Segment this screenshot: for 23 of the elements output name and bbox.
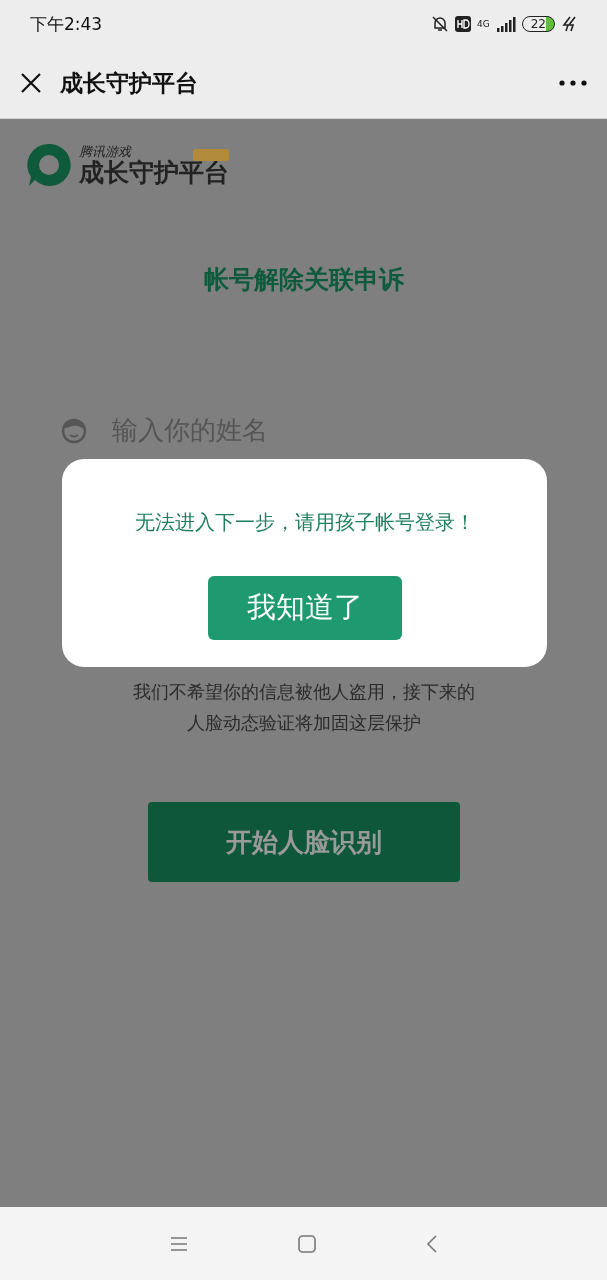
back-icon[interactable]: [425, 1234, 438, 1253]
start-face-recognition-button[interactable]: 开始人脸识别: [147, 802, 460, 882]
page-title: 成长守护平台: [60, 68, 199, 98]
more-icon[interactable]: [559, 80, 587, 86]
status-time: 下午2:43: [30, 12, 103, 36]
signal-icon: [495, 16, 516, 32]
bell-muted-icon: [431, 15, 449, 33]
home-icon[interactable]: [297, 1234, 316, 1253]
form-title: 帐号解除关联申诉: [203, 264, 404, 296]
brand-name: 成长守护平台: [79, 158, 229, 187]
dialog-message: 无法进入下一步，请用孩子帐号登录！: [134, 509, 475, 536]
battery-indicator: 22: [521, 16, 555, 32]
logo-icon: [25, 141, 73, 189]
menu-icon[interactable]: [169, 1235, 188, 1252]
brand-subtitle: 腾讯游戏: [79, 143, 131, 159]
notice-text: 我们不希望你的信息被他人盗用，接下来的人脸动态验证将加固这层保护: [131, 680, 476, 735]
close-icon[interactable]: [20, 72, 42, 94]
confirm-button[interactable]: 我知道了: [207, 576, 402, 640]
charging-icon: [561, 16, 577, 32]
person-icon: [60, 416, 88, 444]
network-label: 4G: [477, 19, 490, 29]
brand-badge: [193, 149, 229, 161]
hd-icon: [455, 16, 471, 32]
